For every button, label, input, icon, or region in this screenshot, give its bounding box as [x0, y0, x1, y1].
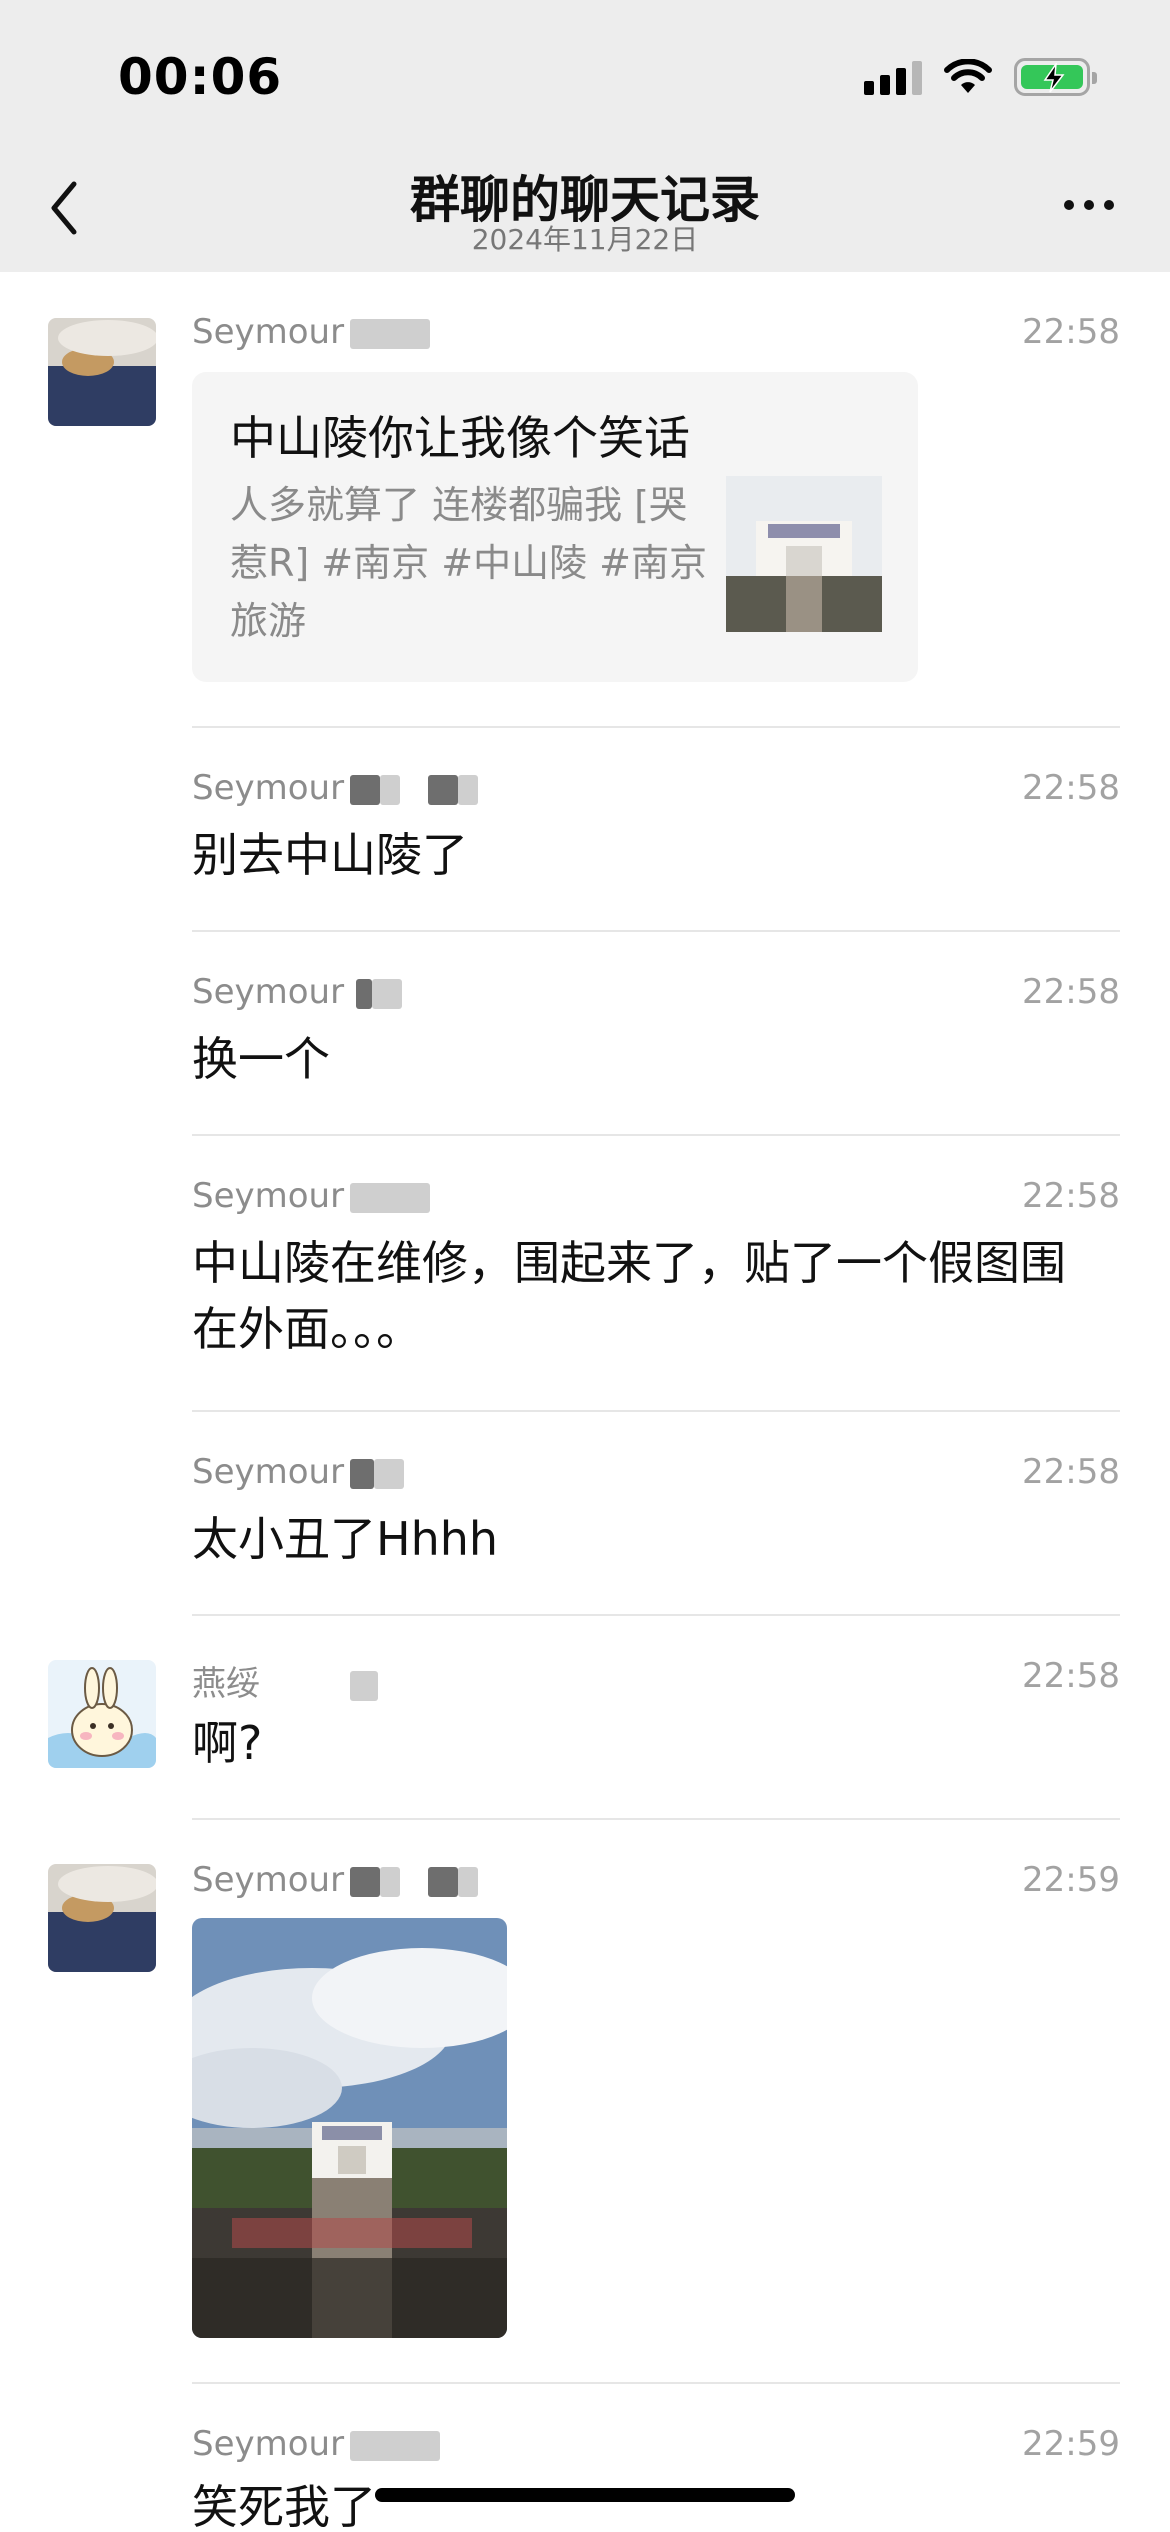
link-card[interactable]: 中山陵你让我像个笑话 人多就算了 连楼都骗我 [哭惹R] #南京 #中山陵 #南…: [192, 372, 918, 682]
wifi-icon: [944, 59, 992, 93]
message-time: 22:59: [1022, 1860, 1120, 1900]
battery-charging-icon: [1014, 58, 1097, 96]
divider: [192, 1614, 1120, 1616]
message-image[interactable]: [192, 1918, 507, 2338]
divider: [192, 1818, 1120, 1820]
top-bar: 00:06 群聊的聊天记录 2024年11月22日: [0, 0, 1170, 272]
sender-name: Seymour: [192, 312, 431, 352]
sender-name: Seymour: [192, 1176, 431, 1216]
message-text: 换一个: [192, 1032, 330, 1086]
divider: [192, 1134, 1120, 1136]
home-indicator[interactable]: [375, 2488, 795, 2502]
card-title: 中山陵你让我像个笑话: [230, 411, 690, 465]
card-thumbnail: [726, 476, 882, 632]
status-icons: [864, 52, 1097, 102]
avatar[interactable]: [48, 1660, 156, 1768]
sender-name: Seymour: [192, 1860, 479, 1900]
cellular-signal-icon: [864, 59, 922, 95]
status-time: 00:06: [118, 48, 283, 106]
message-time: 22:58: [1022, 312, 1120, 352]
sender-name: Seymour: [192, 1452, 405, 1492]
message-time: 22:58: [1022, 1176, 1120, 1216]
message-time: 22:59: [1022, 2424, 1120, 2464]
card-description: 人多就算了 连楼都骗我 [哭惹R] #南京 #中山陵 #南京旅游: [230, 483, 707, 643]
divider: [192, 726, 1120, 728]
message-text: 笑死我了: [192, 2480, 376, 2532]
message-text: 别去中山陵了: [192, 828, 468, 882]
avatar[interactable]: [48, 1864, 156, 1972]
divider: [192, 1410, 1120, 1412]
message-time: 22:58: [1022, 1452, 1120, 1492]
message-time: 22:58: [1022, 972, 1120, 1012]
sender-name: Seymour: [192, 2424, 441, 2464]
message-time: 22:58: [1022, 1656, 1120, 1696]
sender-name: Seymour: [192, 768, 479, 808]
message-text: 太小丑了Hhhh: [192, 1512, 499, 1566]
message-text: 中山陵在维修，围起来了，贴了一个假图围在外面。。。: [192, 1236, 1066, 1356]
more-icon[interactable]: [1064, 200, 1114, 210]
message-time: 22:58: [1022, 768, 1120, 808]
sender-name: 燕绥: [192, 1656, 378, 1705]
divider: [192, 2382, 1120, 2384]
message-text: 啊?: [192, 1716, 263, 1770]
sender-name: Seymour: [192, 972, 403, 1012]
page-subtitle-date: 2024年11月22日: [471, 223, 699, 256]
avatar[interactable]: [48, 318, 156, 426]
divider: [192, 930, 1120, 932]
